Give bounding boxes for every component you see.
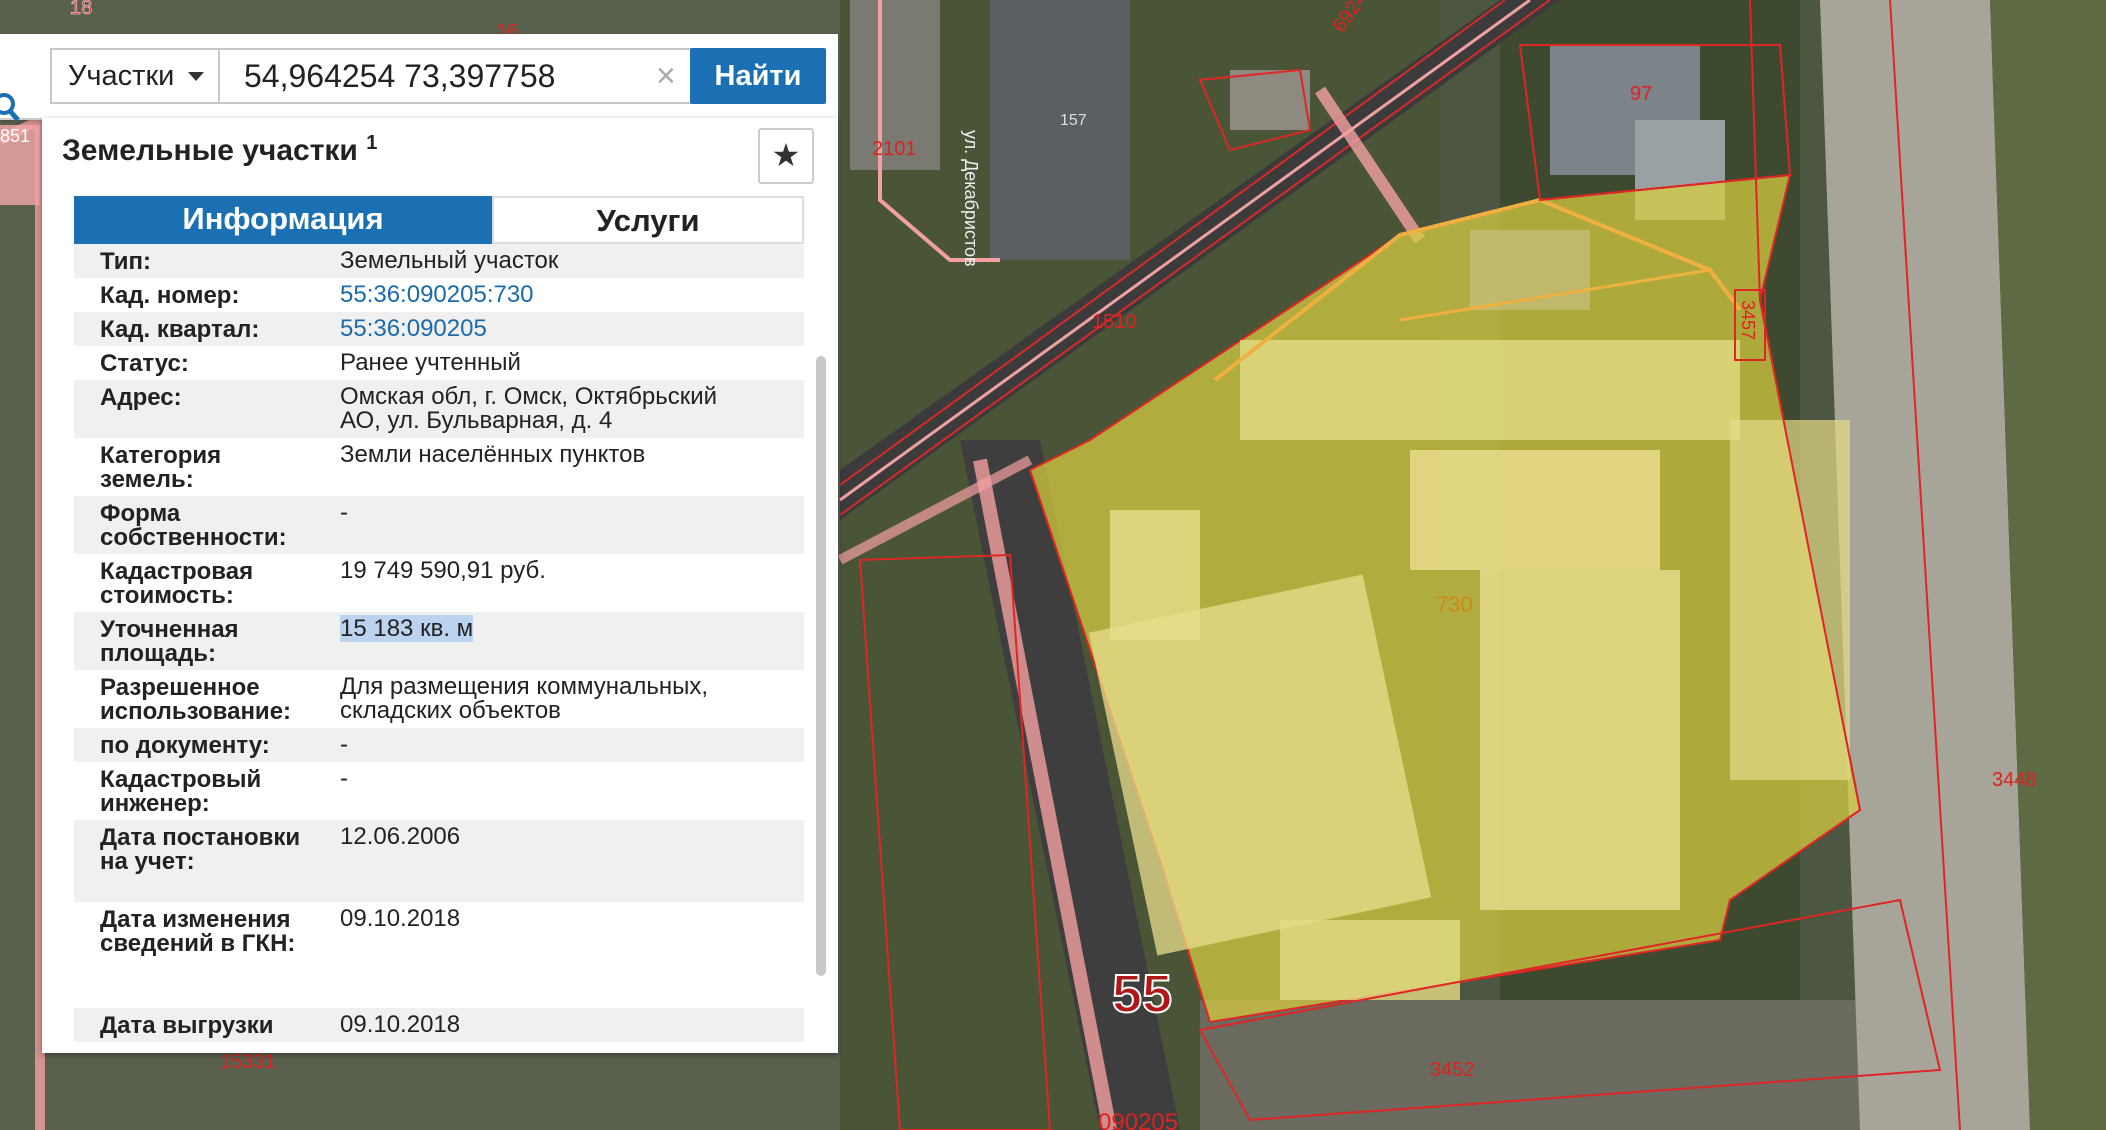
map-label-15331: 15331: [220, 1051, 276, 1073]
panel-title-text: Земельные участки: [62, 134, 358, 167]
attr-label: Кад. квартал:: [100, 316, 260, 343]
attr-value: 19 749 590,91 руб.: [340, 557, 546, 584]
attr-value: -: [340, 499, 348, 526]
attr-value: Земельный участок: [340, 247, 559, 274]
attr-label: Адрес:: [100, 384, 182, 411]
attr-value: Земли населённых пунктов: [340, 441, 646, 468]
attr-value: Для размещения коммунальных, складских о…: [340, 673, 709, 724]
attr-row-registration-date: Дата постановки на учет: 12.06.2006: [74, 820, 804, 902]
attr-row-change-date: Дата изменения сведений в ГКН: 09.10.2018: [74, 902, 804, 1008]
attr-label: Статус:: [100, 350, 189, 377]
search-input[interactable]: 54,964254 73,397758: [218, 48, 692, 104]
attr-label: Категория земель:: [100, 442, 222, 493]
attr-label: Кадастровый инженер:: [100, 766, 262, 817]
attr-value: -: [340, 731, 348, 758]
attr-label: Тип:: [100, 248, 151, 275]
map-label-2101: 2101: [872, 138, 917, 160]
attr-value: -: [340, 765, 348, 792]
map-label-851: 851: [0, 126, 30, 146]
attr-row-area: Уточненная площадь: 15 183 кв. м: [74, 612, 804, 670]
attr-label: Дата выгрузки: [100, 1012, 274, 1039]
clear-icon[interactable]: ×: [656, 58, 676, 94]
tab-services[interactable]: Услуги: [492, 196, 804, 244]
result-count: 1: [366, 132, 378, 154]
map-label-97: 97: [1630, 83, 1652, 105]
category-dropdown[interactable]: Участки: [50, 48, 218, 104]
attr-row-ownership: Форма собственности: -: [74, 496, 804, 554]
attr-value: Ранее учтенный: [340, 349, 521, 376]
area-value-selected: 15 183 кв. м: [340, 615, 474, 642]
attr-value: 09.10.2018: [340, 1011, 461, 1038]
map-label-730: 730: [1436, 592, 1473, 617]
panel-title: Земельные участки 1: [62, 132, 377, 168]
attr-row-export-date: Дата выгрузки 09.10.2018: [74, 1008, 804, 1042]
attr-label: Кад. номер:: [100, 282, 240, 309]
map-label-090205: 090205: [1098, 1109, 1178, 1130]
attr-row-by-document: по документу: -: [74, 728, 804, 762]
attr-label: Дата изменения сведений в ГКН:: [100, 906, 296, 957]
map-label-55: 55: [1112, 964, 1172, 1024]
attr-row-type: Тип: Земельный участок: [74, 244, 804, 278]
category-dropdown-label: Участки: [68, 60, 175, 92]
cad-number-link[interactable]: 55:36:090205:730: [340, 283, 760, 307]
search-icon[interactable]: [0, 92, 20, 126]
attr-value-area: 15 183 кв. м: [340, 615, 760, 665]
map-label-street: ул. Декабристов: [961, 130, 981, 267]
map-label-3457: 3457: [1738, 300, 1758, 340]
map-label-18: 18: [70, 0, 92, 19]
attr-row-address: Адрес: Омская обл, г. Омск, Октябрьский А…: [74, 380, 804, 438]
attr-row-cad-number: Кад. номер: 55:36:090205:730: [74, 278, 804, 312]
map-label-157: 157: [1060, 112, 1087, 129]
attr-row-land-category: Категория земель: Земли населённых пункто…: [74, 438, 804, 496]
chevron-down-icon: [188, 72, 204, 81]
attr-label: Уточненная площадь:: [100, 616, 239, 667]
attr-row-cad-cost: Кадастровая стоимость: 19 749 590,91 руб.: [74, 554, 804, 612]
map-label-3448: 3448: [1992, 769, 2037, 791]
find-button[interactable]: Найти: [690, 48, 826, 104]
attr-row-permitted-use: Разрешенное использование: Для размещения…: [74, 670, 804, 728]
panel-scrollbar[interactable]: [816, 356, 826, 976]
map-label-1510: 1510: [1092, 311, 1137, 333]
attr-value: Омская обл, г. Омск, Октябрьский АО, ул.…: [340, 383, 718, 434]
attr-label: по документу:: [100, 732, 270, 759]
attr-value: 09.10.2018: [340, 905, 461, 932]
map-label-3452: 3452: [1430, 1059, 1475, 1081]
tab-bar: Информация Услуги: [74, 196, 804, 244]
attr-row-status: Статус: Ранее учтенный: [74, 346, 804, 380]
attr-row-engineer: Кадастровый инженер: -: [74, 762, 804, 820]
attr-value: 12.06.2006: [340, 823, 461, 850]
favorite-star-icon[interactable]: ★: [758, 128, 814, 184]
attr-label: Разрешенное использование:: [100, 674, 292, 725]
cad-quarter-link[interactable]: 55:36:090205: [340, 317, 760, 341]
attributes-table: Тип: Земельный участок Кад. номер: 55:36:0…: [74, 244, 804, 1048]
attr-label: Форма собственности:: [100, 500, 287, 551]
attr-label: Кадастровая стоимость:: [100, 558, 254, 609]
tab-info[interactable]: Информация: [74, 196, 492, 244]
attr-row-cad-quarter: Кад. квартал: 55:36:090205: [74, 312, 804, 346]
attr-label: Дата постановки на учет:: [100, 824, 301, 875]
